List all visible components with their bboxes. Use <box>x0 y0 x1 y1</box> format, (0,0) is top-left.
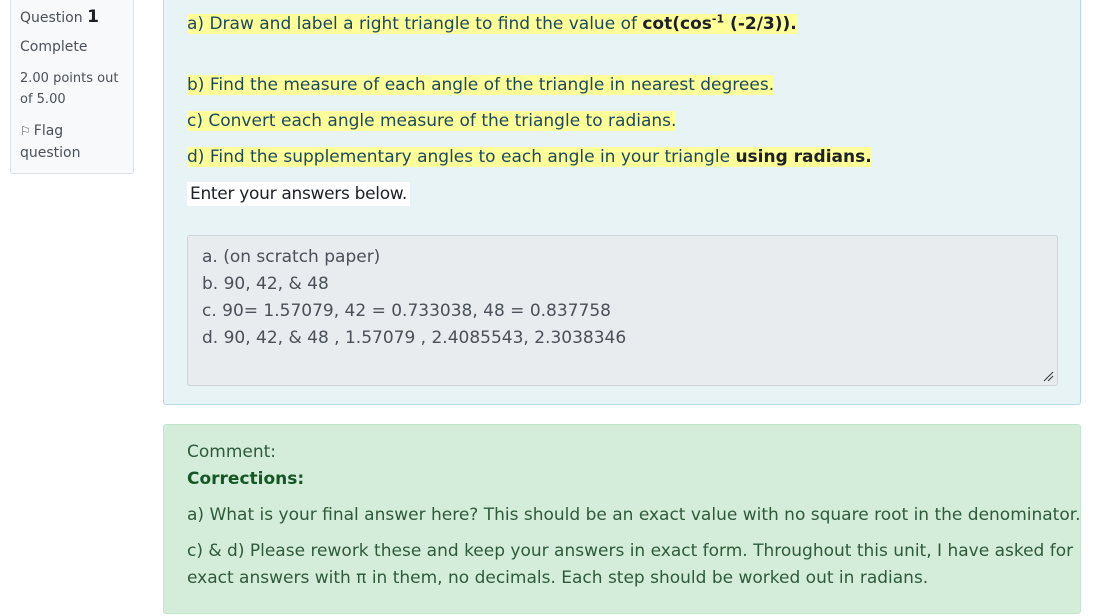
question-number: 1 <box>87 7 99 27</box>
question-part-d: d) Find the supplementary angles to each… <box>187 147 872 167</box>
comment-box: Comment: Corrections: a) What is your fi… <box>163 424 1081 614</box>
part-a-bold-end: (-2/3)). <box>724 13 797 34</box>
question-part-a: a) Draw and label a right triangle to fi… <box>187 12 797 34</box>
answer-line: a. (on scratch paper) <box>202 247 381 267</box>
part-a-text: a) Draw and label a right triangle to fi… <box>187 13 643 34</box>
corrections-heading: Corrections: <box>187 469 305 489</box>
resize-handle-icon[interactable] <box>1042 370 1054 382</box>
answer-line: b. 90, 42, & 48 <box>202 274 329 294</box>
question-content: a) Draw and label a right triangle to fi… <box>163 0 1081 405</box>
question-info-panel: Question 1 Complete 2.00 points out of 5… <box>10 0 134 174</box>
flag-icon: ⚐ <box>20 124 31 138</box>
question-label: Question <box>20 10 83 26</box>
flag-question-link[interactable]: ⚐ Flag question <box>20 120 124 164</box>
part-d-text: d) Find the supplementary angles to each… <box>187 147 736 167</box>
question-part-c: c) Convert each angle measure of the tri… <box>187 111 677 131</box>
part-a-sup: -1 <box>711 12 725 25</box>
answer-line: c. 90= 1.57079, 42 = 0.733038, 48 = 0.83… <box>202 301 611 321</box>
question-number-label: Question 1 <box>20 7 124 27</box>
grade-line-2: of 5.00 <box>20 92 66 107</box>
comment-paragraph-2-line-1: c) & d) Please rework these and keep you… <box>187 541 1074 561</box>
answer-line: d. 90, 42, & 48 , 1.57079 , 2.4085543, 2… <box>202 328 627 348</box>
part-a-bold: cot(cos <box>642 13 712 34</box>
question-part-b: b) Find the measure of each angle of the… <box>187 75 775 95</box>
flag-label-1: Flag <box>33 123 64 139</box>
question-state: Complete <box>20 39 88 55</box>
part-d-bold: using radians. <box>735 147 872 167</box>
flag-label-2: question <box>20 145 81 161</box>
part-c-text: c) Convert each angle measure of the tri… <box>187 111 677 131</box>
question-grade: 2.00 points out of 5.00 <box>20 68 124 110</box>
comment-label: Comment: <box>187 442 277 462</box>
grade-line-1: 2.00 points out <box>20 71 119 86</box>
part-b-text: b) Find the measure of each angle of the… <box>187 75 775 95</box>
enter-answers-label: Enter your answers below. <box>187 182 410 206</box>
comment-paragraph-2-line-2: exact answers with π in them, no decimal… <box>187 568 929 588</box>
answer-textarea[interactable]: a. (on scratch paper) b. 90, 42, & 48 c.… <box>187 235 1058 386</box>
comment-paragraph-1: a) What is your final answer here? This … <box>187 505 1081 525</box>
